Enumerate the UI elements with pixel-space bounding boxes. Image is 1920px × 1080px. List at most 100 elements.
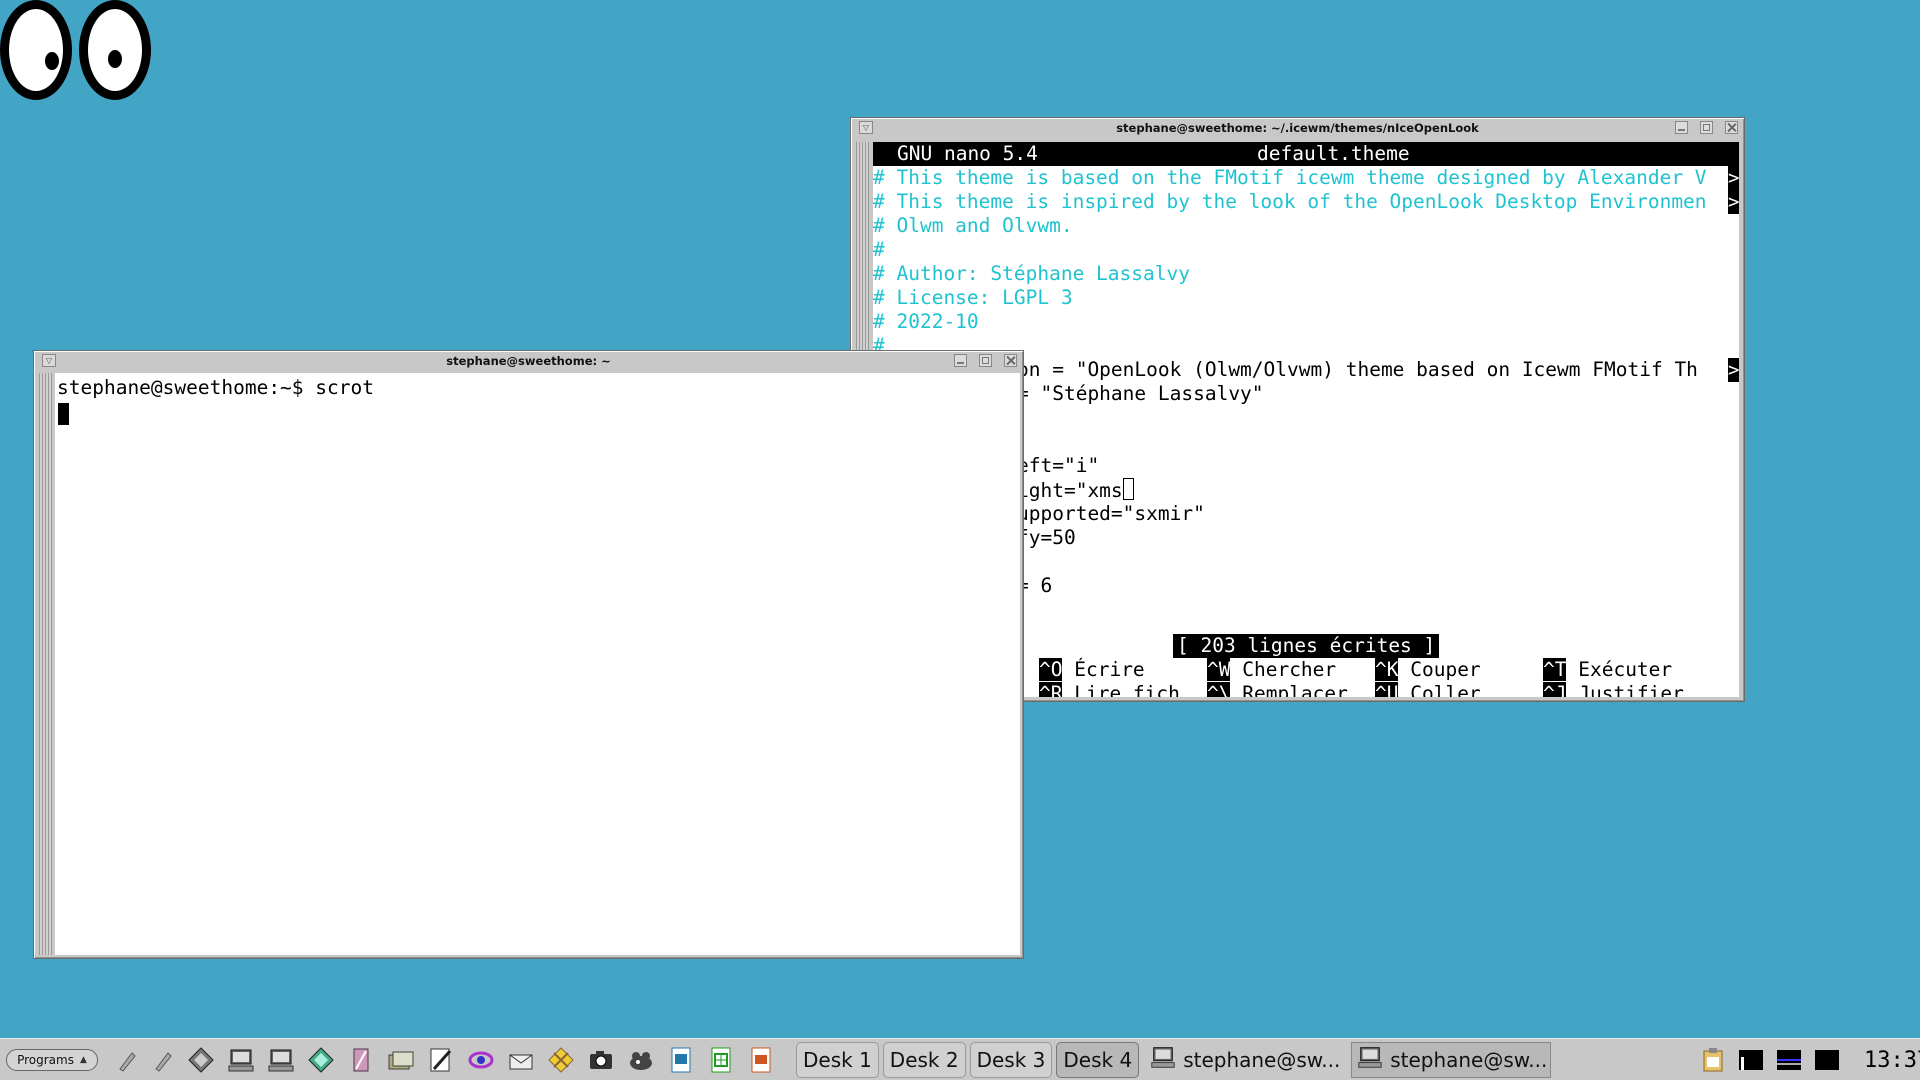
nano-shortcut[interactable]: ^\ Remplacer bbox=[1207, 682, 1348, 697]
close-button[interactable] bbox=[1004, 354, 1017, 367]
nano-shortcut[interactable]: ^R Lire fich. bbox=[1039, 682, 1192, 697]
shortcut-label: Coller bbox=[1410, 682, 1481, 697]
impress-icon[interactable] bbox=[744, 1043, 778, 1077]
nano-text-line: ight="xms bbox=[1017, 478, 1134, 502]
window-title: stephane@sweethome: ~ bbox=[446, 354, 611, 368]
task-list: stephane@sw... stephane@sw... bbox=[1139, 1041, 1552, 1078]
gimp-icon[interactable] bbox=[624, 1043, 658, 1077]
nano-status-message: [ 203 lignes écrites ] bbox=[1173, 634, 1440, 658]
desk-button-1[interactable]: Desk 1 bbox=[796, 1041, 879, 1078]
terminal-cursor bbox=[58, 403, 69, 425]
diamond-icon[interactable] bbox=[184, 1043, 218, 1077]
shortcut-key: ^O bbox=[1039, 658, 1063, 681]
terminal-area[interactable]: stephane@sweethome:~$ scrot bbox=[55, 373, 1020, 955]
computer-icon[interactable] bbox=[264, 1043, 298, 1077]
line-overflow-marker: > bbox=[1728, 358, 1739, 382]
terminal-window[interactable]: ▽ stephane@sweethome: ~ stephane@sweetho… bbox=[33, 350, 1024, 959]
nano-line-text: # License: LGPL 3 bbox=[873, 286, 1073, 309]
maximize-button[interactable] bbox=[1700, 121, 1713, 134]
nano-shortcut[interactable]: ^T Exécuter bbox=[1543, 658, 1672, 682]
shortcut-key: ^W bbox=[1207, 658, 1231, 681]
nano-text-line: on = "OpenLook (Olwm/Olvwm) theme based … bbox=[1017, 358, 1698, 382]
terminal-icon bbox=[1356, 1043, 1384, 1076]
computer-icon[interactable] bbox=[224, 1043, 258, 1077]
shortcut-label: Remplacer bbox=[1242, 682, 1348, 697]
nano-line-text: # bbox=[873, 238, 885, 261]
nano-filename: default.theme bbox=[1257, 142, 1410, 165]
task-label: stephane@sw... bbox=[1183, 1047, 1341, 1072]
nano-text-line: # Olwm and Olvwm. bbox=[873, 214, 1073, 238]
line-overflow-marker: > bbox=[1728, 166, 1739, 190]
nano-cursor bbox=[1122, 478, 1134, 500]
firefox-icon[interactable] bbox=[544, 1043, 578, 1077]
window-resize-strip[interactable] bbox=[39, 373, 52, 955]
shortcut-key: ^K bbox=[1375, 658, 1399, 681]
notepad-icon[interactable] bbox=[344, 1043, 378, 1077]
clipboard-icon[interactable] bbox=[1696, 1043, 1730, 1077]
xeyes-left-pupil bbox=[45, 52, 59, 70]
line-overflow-marker: > bbox=[1728, 190, 1739, 214]
shortcut-label: Couper bbox=[1410, 658, 1481, 681]
nano-text-line: = "Stéphane Lassalvy" bbox=[1017, 382, 1264, 406]
window-title: stephane@sweethome: ~/.icewm/themes/nIce… bbox=[1116, 121, 1479, 135]
shortcut-key: ^\ bbox=[1207, 682, 1231, 697]
nano-version: GNU nano 5.4 bbox=[897, 142, 1038, 165]
shortcut-label: Chercher bbox=[1242, 658, 1337, 681]
nano-text-line: # License: LGPL 3 bbox=[873, 286, 1073, 310]
diamond-green-icon[interactable] bbox=[304, 1043, 338, 1077]
nano-text-line: fy=50 bbox=[1017, 526, 1076, 550]
calc-icon[interactable] bbox=[704, 1043, 738, 1077]
paint-brush-icon[interactable] bbox=[112, 1043, 142, 1077]
nano-text-line: upported="sxmir" bbox=[1017, 502, 1205, 526]
maximize-button[interactable] bbox=[979, 354, 992, 367]
minimize-button[interactable] bbox=[954, 354, 967, 367]
colorsel-icon[interactable] bbox=[464, 1043, 498, 1077]
xeyes-right-pupil bbox=[108, 50, 122, 68]
desk-button-2[interactable]: Desk 2 bbox=[882, 1041, 966, 1078]
folders-icon[interactable] bbox=[384, 1043, 418, 1077]
nano-line-text: # 2022-10 bbox=[873, 310, 979, 333]
shortcut-label: Justifier bbox=[1578, 682, 1684, 697]
terminal-prompt-line: stephane@sweethome:~$ scrot bbox=[57, 376, 374, 399]
clock[interactable]: 13:37 bbox=[1864, 1048, 1920, 1073]
shortcut-key: ^J bbox=[1543, 682, 1567, 697]
shortcut-key: ^T bbox=[1543, 658, 1567, 681]
programs-button[interactable]: Programs ▲ bbox=[6, 1048, 98, 1071]
nano-line-text: # This theme is inspired by the look of … bbox=[873, 190, 1707, 213]
paint-brush-icon[interactable] bbox=[148, 1043, 178, 1077]
minimize-button[interactable] bbox=[1675, 121, 1688, 134]
close-button[interactable] bbox=[1725, 121, 1738, 134]
nano-shortcut[interactable]: ^J Justifier bbox=[1543, 682, 1684, 697]
programs-label: Programs bbox=[17, 1052, 74, 1067]
shortcut-label: Exécuter bbox=[1578, 658, 1673, 681]
camera-icon[interactable] bbox=[584, 1043, 618, 1077]
nano-line-text: ight="xms bbox=[1017, 479, 1123, 502]
desk-button-4[interactable]: Desk 4 bbox=[1056, 1041, 1140, 1078]
nano-shortcut[interactable]: ^W Chercher bbox=[1207, 658, 1336, 682]
chevron-up-icon: ▲ bbox=[79, 1054, 87, 1065]
shortcut-label: Écrire bbox=[1074, 658, 1145, 681]
mail-icon[interactable] bbox=[504, 1043, 538, 1077]
task-button[interactable]: stephane@sw... bbox=[1351, 1041, 1552, 1078]
nano-text-line: # This theme is inspired by the look of … bbox=[873, 190, 1707, 214]
writer-icon[interactable] bbox=[664, 1043, 698, 1077]
terminal-icon bbox=[1149, 1043, 1177, 1076]
nano-shortcut[interactable]: ^O Écrire bbox=[1039, 658, 1145, 682]
nano-text-line: # Author: Stéphane Lassalvy bbox=[873, 262, 1190, 286]
pen-icon[interactable] bbox=[424, 1043, 458, 1077]
nano-shortcut[interactable]: ^U Coller bbox=[1375, 682, 1481, 697]
shortcut-key: ^U bbox=[1375, 682, 1399, 697]
nano-line-text: fy=50 bbox=[1017, 526, 1076, 549]
task-button[interactable]: stephane@sw... bbox=[1145, 1042, 1345, 1078]
xeyes-left-eye bbox=[0, 0, 72, 100]
network-monitor-icon[interactable] bbox=[1772, 1043, 1806, 1077]
memory-monitor-icon[interactable] bbox=[1810, 1043, 1844, 1077]
taskbar: Programs ▲ Desk 1 Desk 2 Desk 3 Desk 4 step… bbox=[0, 1038, 1920, 1080]
task-label: stephane@sw... bbox=[1390, 1047, 1548, 1072]
quick-launch-bar bbox=[112, 1043, 778, 1077]
desktop-switcher: Desk 1 Desk 2 Desk 3 Desk 4 bbox=[792, 1041, 1140, 1078]
nano-text-line: # This theme is based on the FMotif icew… bbox=[873, 166, 1707, 190]
nano-shortcut[interactable]: ^K Couper bbox=[1375, 658, 1481, 682]
cpu-monitor-icon[interactable] bbox=[1734, 1043, 1768, 1077]
desk-button-3[interactable]: Desk 3 bbox=[969, 1041, 1053, 1078]
